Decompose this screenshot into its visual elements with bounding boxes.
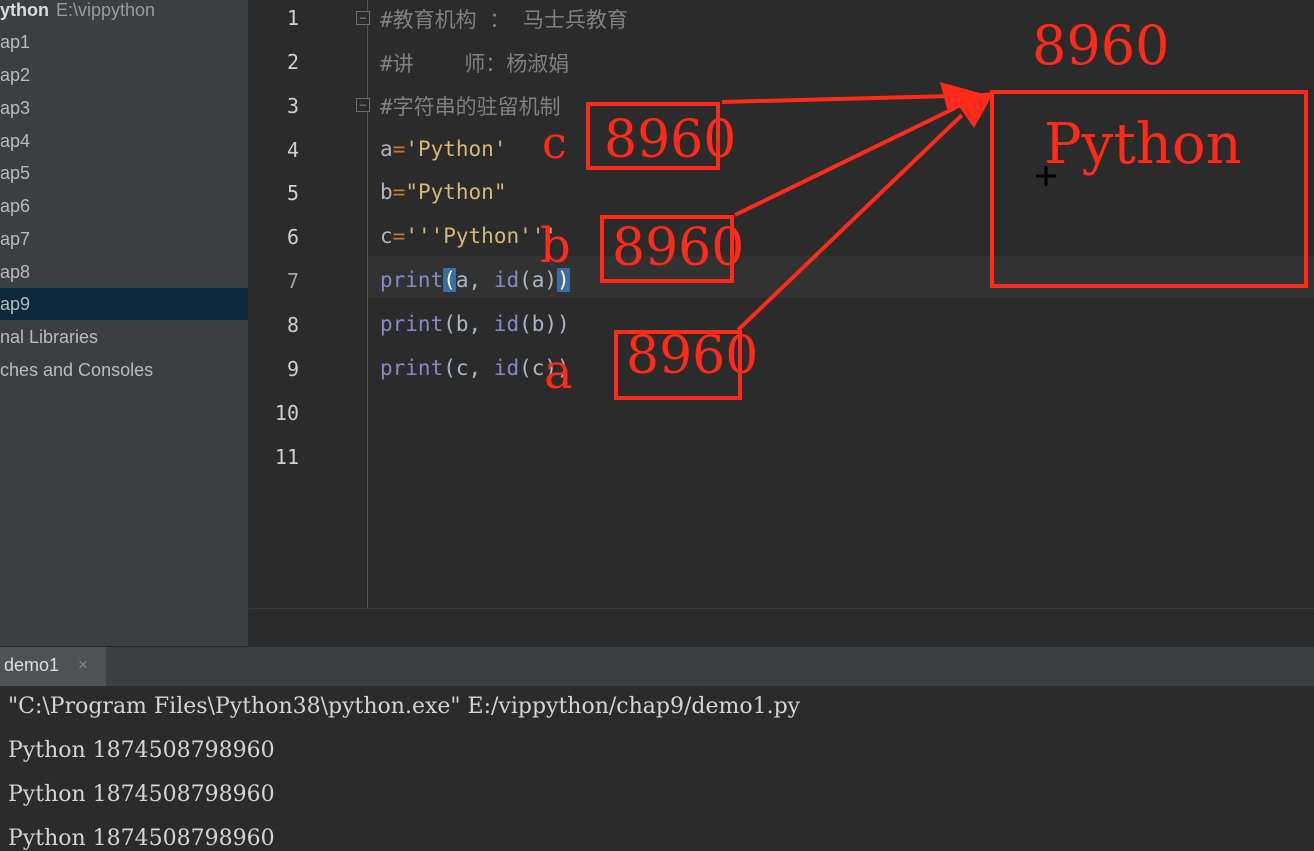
crosshair-cursor-icon xyxy=(1036,166,1056,186)
ref-label-a: a xyxy=(544,344,573,400)
ref-label-b: b xyxy=(540,218,571,274)
ref-address-c: 8960 xyxy=(604,110,737,170)
arrow-line-a xyxy=(736,113,964,332)
arrow-line-b xyxy=(734,106,956,217)
memory-address-label: 8960 xyxy=(1032,14,1170,77)
ref-label-c: c xyxy=(542,118,567,169)
ref-address-a: 8960 xyxy=(626,326,759,386)
ref-address-b: 8960 xyxy=(612,218,745,278)
arrow-line-c xyxy=(721,94,953,104)
memory-value-label: Python xyxy=(1044,112,1242,177)
arrow-head-icon xyxy=(952,92,994,128)
